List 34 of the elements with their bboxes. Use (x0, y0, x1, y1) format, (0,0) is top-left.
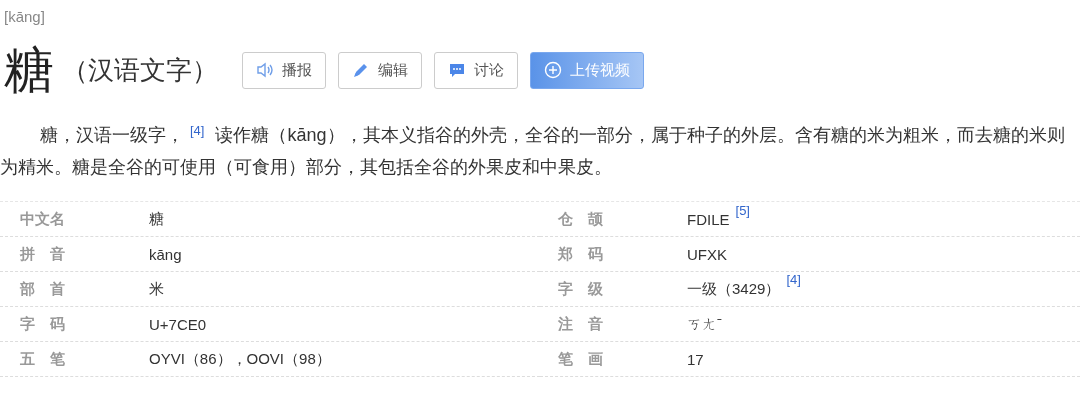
pinyin-text: [kāng] (4, 7, 46, 27)
summary-paragraph: 糖，汉语一级字， $^{[4]}$ 读作糖（kāng），其本义指谷的外壳，全谷的一部分，属于种子的外层。含有糖的米为粗米，而去糖的米则为精米。糖是全谷的可使用（可食用）部分，其包括全谷的外果皮和中果皮。 (0, 122, 1066, 179)
speaker-icon (256, 61, 274, 79)
field-value: U+7CE0 (149, 315, 207, 333)
citation-link[interactable]: [5] (735, 202, 750, 219)
field-label: 中文名 (20, 209, 65, 229)
chat-icon (448, 61, 466, 79)
field-label: 笔画 (558, 349, 603, 369)
field-label: 拼音 (20, 244, 65, 264)
field-label: 五笔 (20, 349, 65, 369)
citation-link[interactable]: [4] (190, 123, 205, 138)
citation-link[interactable]: [4] (786, 271, 801, 288)
field-value: 一级（3429） (687, 279, 781, 299)
field-label: 字码 (20, 314, 65, 334)
entry-title: 糖 (4, 41, 54, 100)
plus-circle-icon (544, 61, 562, 79)
field-value: ㄎㄤˉ (687, 314, 722, 334)
action-button[interactable]: 播报 (242, 51, 326, 89)
field-label: 字级 (558, 279, 603, 299)
action-button[interactable]: 编辑 (338, 51, 422, 89)
field-value: 17 (687, 350, 704, 368)
field-label: 郑码 (558, 244, 603, 264)
field-value: FDILE (687, 210, 730, 228)
field-value: kāng (149, 245, 182, 263)
field-value: UFXK (687, 245, 727, 263)
pencil-icon (352, 61, 370, 79)
field-value: OYVI（86），OOVI（98） (149, 349, 331, 369)
entry-subtitle: （汉语文字） (62, 53, 218, 87)
field-value: 米 (149, 279, 164, 299)
field-label: 部首 (20, 279, 65, 299)
action-button[interactable]: 讨论 (434, 51, 518, 89)
field-label: 注音 (558, 314, 603, 334)
field-label: 仓颉 (558, 209, 603, 229)
field-value: 糖 (149, 209, 164, 229)
